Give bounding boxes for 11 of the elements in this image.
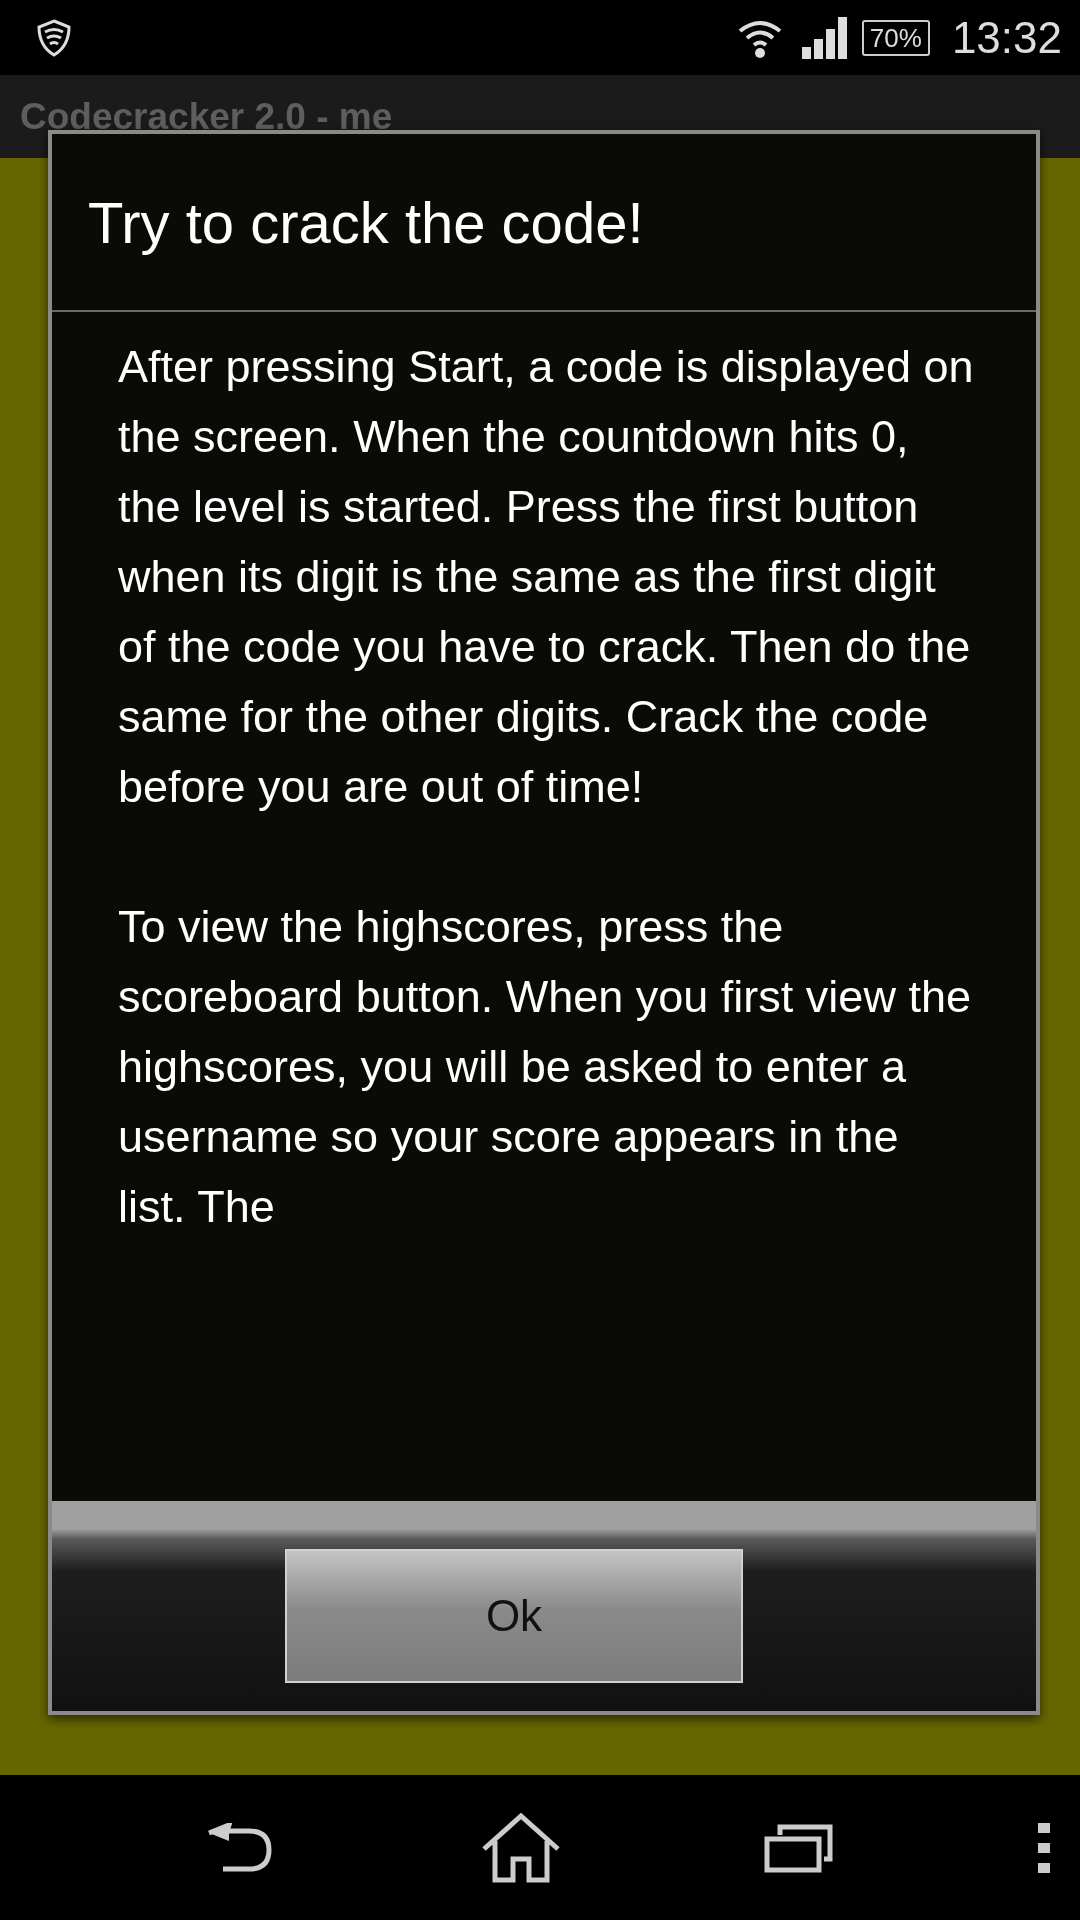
help-paragraph: To view the highscores, press the scoreboard button. When you first view the highscores, you will be asked to enter a username so your score appears in the list. The <box>118 900 972 1234</box>
signal-icon <box>801 16 848 59</box>
battery-indicator: 70% <box>861 19 930 56</box>
app-title: Codecracker 2.0 - me <box>20 95 393 138</box>
dialog-title: Try to crack the code! <box>88 188 644 256</box>
ok-button[interactable]: Ok <box>285 1549 743 1683</box>
help-paragraph: After pressing Start, a code is displayed on the screen. When the countdown hits 0, the level is started. Press the first button when its digit is the same as the first digit of the code you have to crack. Then do the same for the other digits. Crack the code before you are out of time! <box>118 340 975 814</box>
home-icon[interactable] <box>480 1812 561 1883</box>
recent-apps-icon[interactable] <box>764 1822 835 1873</box>
clock: 13:32 <box>951 12 1062 63</box>
menu-icon[interactable] <box>1037 1822 1050 1873</box>
